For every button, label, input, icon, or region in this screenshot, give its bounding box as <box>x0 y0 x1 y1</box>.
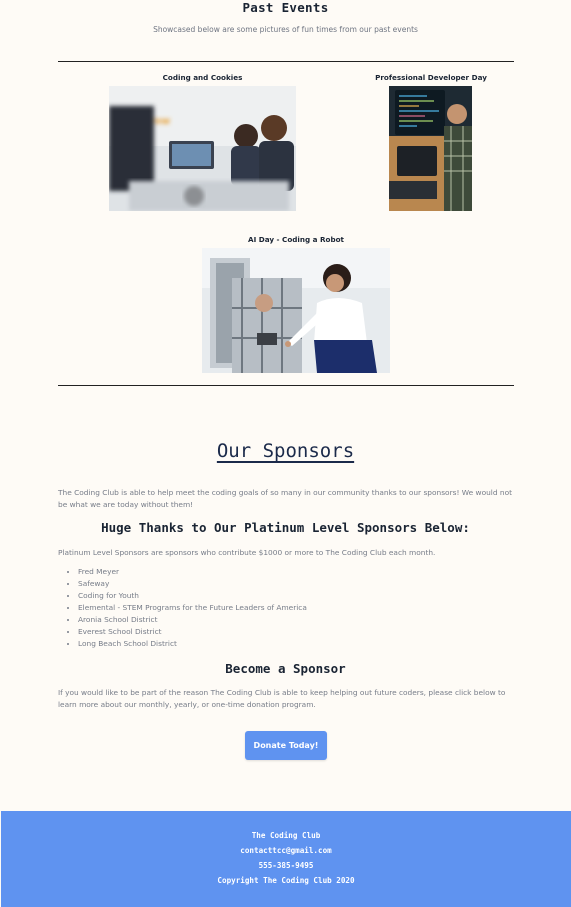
sponsor-list-item: Safeway <box>78 578 307 590</box>
footer: The Coding Club contacttcc@gmail.com 555… <box>1 811 571 907</box>
footer-org-name: The Coding Club <box>251 831 321 840</box>
donate-button[interactable]: Donate Today! <box>245 731 327 760</box>
event-caption-developer-day: Professional Developer Day <box>375 73 487 82</box>
event-caption-ai-day: AI Day - Coding a Robot <box>248 235 344 244</box>
footer-email[interactable]: contacttcc@gmail.com <box>1 846 571 855</box>
past-events-title: Past Events <box>242 0 329 15</box>
sponsor-list-item: Aronia School District <box>78 614 307 626</box>
event-photo-coding-cookies: Grow <box>109 86 296 211</box>
become-sponsor-text: If you would like to be part of the reas… <box>58 688 506 709</box>
sponsor-list-item: Long Beach School District <box>78 638 307 650</box>
sponsor-list-item: Elemental - STEM Programs for the Future… <box>78 602 307 614</box>
sponsor-list: Fred Meyer Safeway Coding for Youth Elem… <box>58 566 307 650</box>
sponsors-intro: The Coding Club is able to help meet the… <box>58 488 512 509</box>
sponsor-list-item: Everest School District <box>78 626 307 638</box>
sponsors-title: Our Sponsors <box>216 440 355 462</box>
event-photo-ai-day <box>202 248 390 373</box>
event-caption-coding-cookies: Coding and Cookies <box>162 73 243 82</box>
become-sponsor-heading: Become a Sponsor <box>225 661 346 676</box>
sponsor-list-item: Fred Meyer <box>78 566 307 578</box>
divider-top <box>58 61 514 62</box>
past-events-subtitle: Showcased below are some pictures of fun… <box>153 25 418 34</box>
divider-bottom <box>58 385 514 386</box>
footer-copyright: Copyright The Coding Club 2020 <box>217 876 355 885</box>
platinum-heading: Huge Thanks to Our Platinum Level Sponso… <box>101 520 470 535</box>
sponsor-list-item: Coding for Youth <box>78 590 307 602</box>
footer-phone: 555-385-9495 <box>258 861 314 870</box>
platinum-description: Platinum Level Sponsors are sponsors who… <box>58 548 436 557</box>
event-photo-developer-day <box>389 86 472 211</box>
